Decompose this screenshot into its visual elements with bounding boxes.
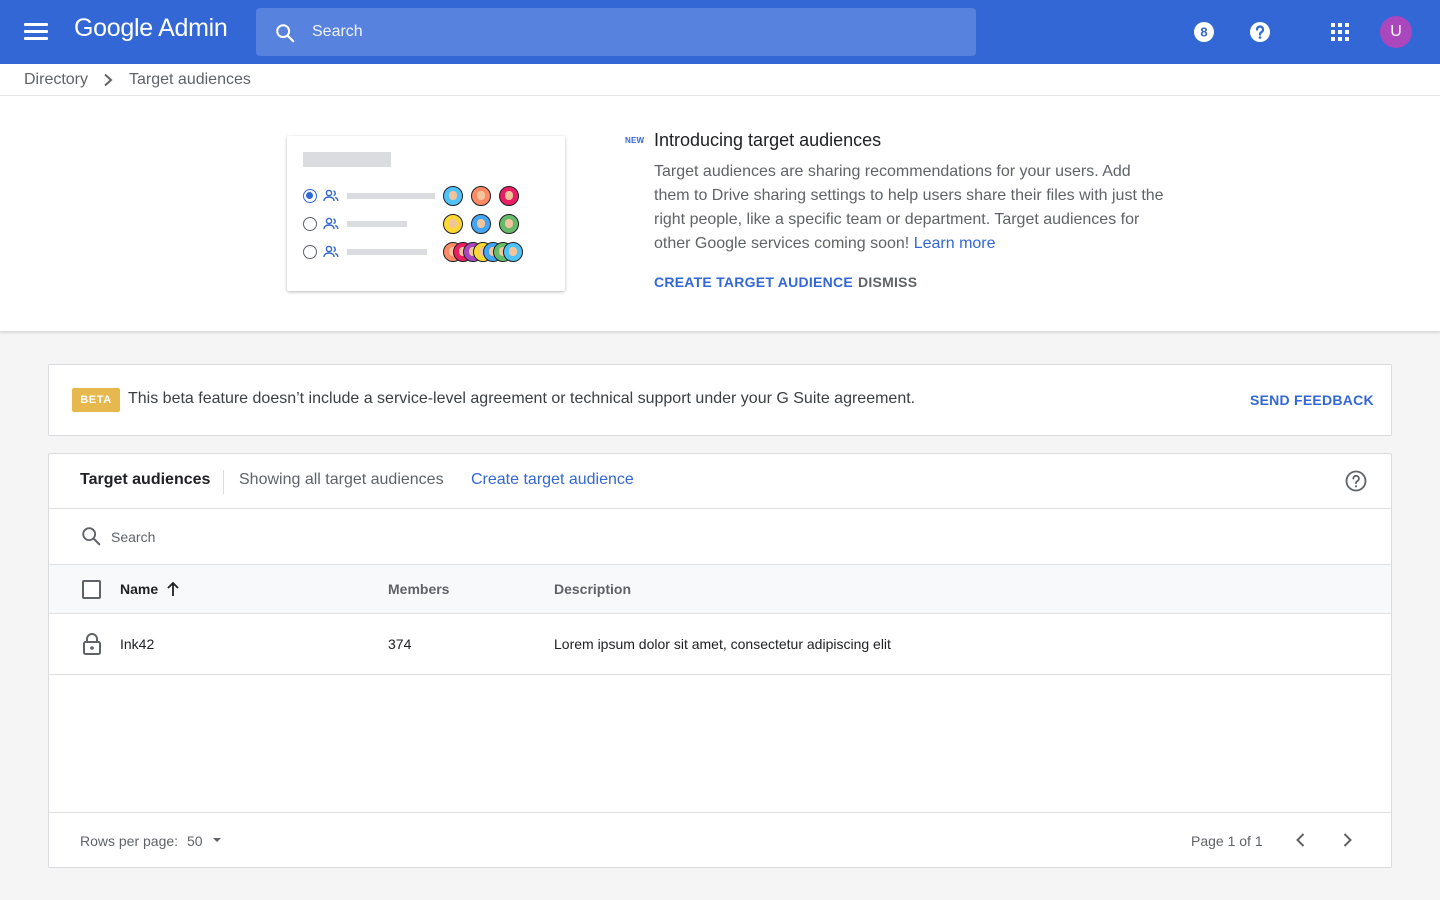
table-column-headers: Name Members Description (49, 565, 1391, 614)
help-icon[interactable] (1244, 16, 1276, 48)
person-face-icon (471, 186, 491, 206)
table-title: Target audiences (80, 471, 211, 488)
select-all-checkbox[interactable] (82, 580, 101, 599)
rows-per-page-value: 50 (187, 832, 203, 849)
person-face-icon (471, 214, 491, 234)
illustration-bar (347, 193, 435, 199)
send-feedback-button[interactable]: SEND FEEDBACK (1250, 392, 1374, 408)
table-pagination-footer: Rows per page: 50 Page 1 of 1 (49, 812, 1391, 867)
support-icon-label: 8 (1200, 25, 1207, 40)
lock-icon (81, 632, 103, 661)
page-info: Page 1 of 1 (1191, 833, 1263, 849)
learn-more-link[interactable]: Learn more (914, 235, 996, 252)
filter-status-text: Showing all target audiences (239, 471, 444, 488)
person-face-icon (443, 186, 463, 206)
top-app-bar: Google Admin 8 U (0, 0, 1440, 64)
intro-title: Introducing target audiences (654, 130, 882, 150)
table-header-bar: Target audiences Showing all target audi… (49, 454, 1391, 509)
row-description: Lorem ipsum dolor sit amet, consectetur … (554, 636, 891, 652)
rows-per-page-label: Rows per page: (80, 833, 179, 849)
search-icon (80, 525, 102, 552)
illustration-bar (347, 221, 407, 227)
people-icon (323, 217, 339, 230)
main-menu-icon[interactable] (20, 20, 52, 44)
create-target-audience-button[interactable]: CREATE TARGET AUDIENCE (654, 274, 853, 290)
column-header-name[interactable]: Name (120, 581, 158, 597)
header-divider (223, 470, 224, 494)
intro-body-text: Target audiences are sharing recommendat… (654, 163, 1164, 252)
table-search-input[interactable] (111, 509, 1011, 564)
row-members: 374 (388, 636, 412, 652)
intro-description: Target audiences are sharing recommendat… (654, 160, 1164, 256)
radio-unselected-icon (303, 217, 317, 231)
previous-page-icon[interactable] (1289, 828, 1313, 852)
breadcrumb-directory[interactable]: Directory (24, 71, 88, 89)
account-avatar[interactable]: U (1380, 16, 1412, 48)
target-audiences-table-card: Target audiences Showing all target audi… (48, 453, 1392, 868)
help-outline-icon[interactable] (1344, 469, 1368, 493)
column-header-description: Description (554, 581, 632, 597)
table-search-bar (49, 509, 1391, 565)
beta-badge: BETA (72, 388, 120, 412)
intro-banner: NEW Introducing target audiences Target … (0, 96, 1440, 332)
breadcrumb-target-audiences: Target audiences (129, 71, 251, 88)
arrow-up-icon[interactable] (165, 580, 181, 603)
illustration-row (303, 186, 553, 206)
logo-google-text: Google (74, 14, 153, 42)
global-search-bar[interactable] (256, 8, 976, 56)
target-audience-illustration (287, 136, 565, 291)
table-row[interactable]: Ink42 374 Lorem ipsum dolor sit amet, co… (49, 614, 1391, 675)
breadcrumb: Directory Target audiences (0, 64, 1440, 96)
dropdown-arrow-icon (212, 838, 221, 842)
apps-grid-icon[interactable] (1324, 16, 1356, 48)
global-search-input[interactable] (312, 8, 952, 56)
illustration-bar (347, 249, 427, 255)
rows-per-page-select[interactable]: 50 (187, 828, 227, 852)
next-page-icon[interactable] (1335, 828, 1359, 852)
illustration-row (303, 242, 553, 262)
radio-unselected-icon (303, 245, 317, 259)
new-badge: NEW (625, 136, 645, 145)
people-icon (323, 245, 339, 258)
search-icon (274, 22, 296, 49)
chevron-right-icon (101, 72, 115, 93)
row-name: Ink42 (120, 636, 155, 652)
support-icon[interactable]: 8 (1188, 16, 1220, 48)
beta-notice-card: BETA This beta feature doesn’t include a… (48, 364, 1392, 436)
illustration-row (303, 214, 553, 234)
illustration-title-placeholder (303, 152, 391, 167)
column-header-members: Members (388, 581, 450, 597)
create-target-audience-link[interactable]: Create target audience (471, 471, 634, 489)
radio-selected-icon (303, 189, 317, 203)
person-face-icon (499, 214, 519, 234)
person-face-icon (499, 186, 519, 206)
beta-notice-text: This beta feature doesn’t include a serv… (128, 390, 916, 407)
dismiss-button[interactable]: DISMISS (858, 274, 917, 290)
people-icon (323, 189, 339, 202)
person-face-icon (503, 242, 523, 262)
person-face-icon (443, 214, 463, 234)
logo-admin-text: Admin (158, 14, 228, 42)
google-admin-logo[interactable]: Google Admin (74, 14, 228, 43)
